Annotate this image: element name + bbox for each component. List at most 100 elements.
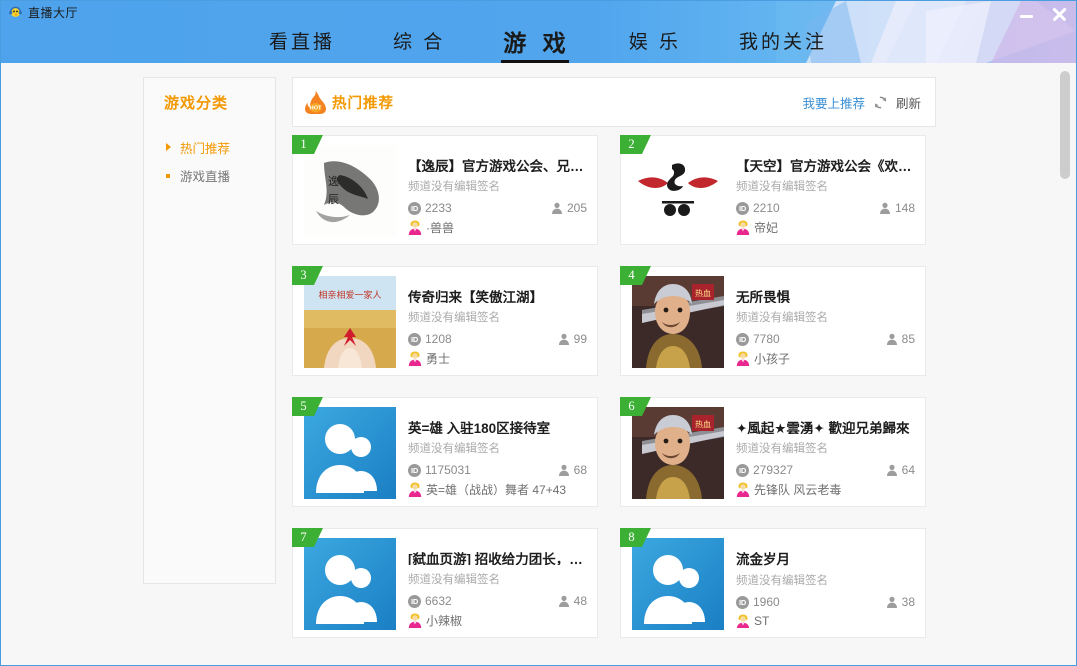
channel-id-value: 1960 [753, 595, 780, 610]
user-avatar-icon [408, 351, 422, 366]
channel-card[interactable]: 7 [弑血页游] 招收给力团长，军… 频道没有编辑签名 ID 6632 48 小辣椒 [292, 528, 598, 638]
channel-stats: ID 2233 205 [408, 201, 587, 215]
viewer-count-value: 38 [901, 595, 915, 610]
channel-title[interactable]: 流金岁月 [736, 548, 915, 566]
channel-title[interactable]: 无所畏惧 [736, 286, 915, 303]
channel-title[interactable]: 【天空】官方游戏公会《欢迎… [736, 155, 915, 172]
sidebar: 游戏分类 热门推荐 游戏直播 [143, 77, 276, 584]
nav-item-1[interactable]: 综 合 [393, 27, 445, 58]
channel-user: 先锋队 风云老毒 [736, 482, 915, 497]
channel-title[interactable]: 【逸辰】官方游戏公会、兄弟… [408, 155, 587, 172]
svg-text:相亲相爱一家人: 相亲相爱一家人 [318, 289, 381, 300]
channel-info: 【逸辰】官方游戏公会、兄弟… 频道没有编辑签名 ID 2233 205 ·兽兽 [408, 145, 587, 235]
user-avatar-icon [736, 482, 750, 497]
channel-card[interactable]: 4 热血 无所畏惧 频道没有编辑签名 ID 7780 85 小孩子 [620, 266, 926, 376]
viewer-count: 148 [879, 201, 915, 215]
scrollbar-thumb[interactable] [1060, 71, 1070, 179]
viewer-count: 48 [558, 594, 587, 608]
viewer-count-value: 68 [573, 463, 587, 478]
user-avatar-icon [408, 613, 422, 628]
channel-title[interactable]: 英=雄 入驻180区接待室 [408, 417, 587, 434]
channel-signature: 频道没有编辑签名 [736, 443, 828, 455]
rank-badge: 8 [620, 528, 651, 547]
channel-thumbnail[interactable]: 相亲相爱一家人 [304, 276, 396, 368]
channel-signature: 频道没有编辑签名 [408, 181, 500, 193]
sidebar-item-1[interactable]: 游戏直播 [144, 161, 275, 189]
channel-grid: 1 逸辰【逸辰】官方游戏公会、兄弟… 频道没有编辑签名 ID 2233 205 ·兽兽 2 【天… [292, 127, 936, 638]
channel-user-name: 勇士 [426, 352, 451, 366]
recommend-link[interactable]: 我要上推荐 [802, 93, 865, 112]
panel-header-actions: 我要上推荐 刷新 [802, 93, 921, 112]
channel-user: ·兽兽 [408, 220, 587, 235]
channel-thumbnail[interactable] [304, 407, 396, 499]
svg-text:热血: 热血 [695, 288, 711, 298]
channel-info: 英=雄 入驻180区接待室 频道没有编辑签名 ID 1175031 68 英=雄（战战）舞… [408, 407, 587, 497]
channel-info: ✦風起★雲湧✦ 歡迎兄弟歸來频道没有编辑签名 ID 279327 64 先锋队 风云老毒 [736, 407, 915, 497]
square-bullet-icon [166, 171, 174, 179]
sidebar-list: 热门推荐游戏直播 [144, 133, 275, 189]
channel-thumbnail[interactable]: 热血 [632, 276, 724, 368]
vertical-scrollbar[interactable] [1060, 69, 1070, 661]
channel-user-name: 帝妃 [754, 221, 779, 235]
viewer-count-value: 205 [566, 201, 587, 216]
chick-headphone-icon [9, 6, 22, 17]
channel-info: 传奇归来【笑傲江湖】 频道没有编辑签名 ID 1208 99 勇士 [408, 276, 587, 366]
channel-card[interactable]: 3 相亲相爱一家人 传奇归来【笑傲江湖】 频道没有编辑签名 ID 1208 99 勇士 [292, 266, 598, 376]
channel-thumbnail[interactable] [632, 538, 724, 630]
channel-stats: ID 2210 148 [736, 201, 915, 215]
viewer-count: 99 [558, 332, 587, 346]
channel-user: ST [736, 614, 915, 629]
channel-stats: ID 6632 48 [408, 594, 587, 608]
channel-user-name: 先锋队 风云老毒 [754, 483, 842, 497]
channel-id-value: 2233 [425, 201, 452, 216]
nav-item-3[interactable]: 娱 乐 [629, 27, 681, 58]
viewer-count: 68 [558, 463, 587, 477]
rank-badge: 3 [292, 266, 323, 285]
refresh-label[interactable]: 刷新 [896, 93, 921, 112]
channel-id: ID 279327 [736, 463, 793, 477]
user-avatar-icon [408, 220, 422, 235]
sidebar-item-label: 游戏直播 [180, 169, 231, 184]
channel-stats: ID 279327 64 [736, 463, 915, 477]
rank-badge: 7 [292, 528, 323, 547]
channel-thumbnail[interactable] [632, 145, 724, 237]
channel-card[interactable]: 2 【天空】官方游戏公会《欢迎… 频道没有编辑签名 ID 2210 148 帝妃 [620, 135, 926, 245]
channel-user: 英=雄（战战）舞者 47+43 [408, 482, 587, 497]
channel-user-name: ST [754, 614, 770, 629]
channel-title[interactable]: [弑血页游] 招收给力团长，军… [408, 548, 587, 565]
channel-id: ID 1960 [736, 595, 780, 609]
close-button[interactable] [1050, 5, 1068, 23]
rank-badge: 6 [620, 397, 651, 416]
viewer-count: 205 [551, 201, 587, 215]
nav-item-4[interactable]: 我的关注 [739, 27, 827, 58]
minimize-button[interactable] [1018, 5, 1036, 23]
person-icon [558, 465, 569, 477]
channel-thumbnail[interactable]: 热血 [632, 407, 724, 499]
triangle-bullet-icon [166, 143, 174, 151]
channel-card[interactable]: 8 流金岁月 频道没有编辑签名 ID 1960 38 ST [620, 528, 926, 638]
channel-card[interactable]: 6 热血 ✦風起★雲湧✦ 歡迎兄弟歸來频道没有编辑签名 ID 279327 64 先锋队 风… [620, 397, 926, 507]
refresh-icon[interactable] [873, 95, 888, 110]
nav-item-2[interactable]: 游 戏 [501, 24, 570, 63]
channel-thumbnail[interactable] [304, 538, 396, 630]
channel-id: ID 6632 [408, 594, 452, 608]
svg-text:辰: 辰 [328, 194, 339, 206]
channel-user-name: ·兽兽 [426, 221, 454, 235]
viewer-count-value: 148 [894, 201, 915, 216]
person-icon [558, 334, 569, 346]
channel-title[interactable]: ✦風起★雲湧✦ 歡迎兄弟歸來 [736, 417, 915, 434]
channel-info: 流金岁月 频道没有编辑签名 ID 1960 38 ST [736, 538, 915, 629]
channel-title[interactable]: 传奇归来【笑傲江湖】 [408, 286, 587, 303]
channel-card[interactable]: 5 英=雄 入驻180区接待室 频道没有编辑签名 ID 1175031 68 英=雄（战战）… [292, 397, 598, 507]
channel-id: ID 2210 [736, 201, 780, 215]
channel-thumbnail[interactable]: 逸辰 [304, 145, 396, 237]
main-nav: 看直播 综 合 游 戏 娱 乐 我的关注 [1, 21, 1076, 63]
channel-signature: 频道没有编辑签名 [408, 312, 500, 324]
nav-item-0[interactable]: 看直播 [269, 27, 335, 58]
svg-text:逸: 逸 [328, 175, 339, 188]
channel-id-value: 7780 [753, 332, 780, 347]
channel-card[interactable]: 1 逸辰【逸辰】官方游戏公会、兄弟… 频道没有编辑签名 ID 2233 205 ·兽兽 [292, 135, 598, 245]
sidebar-item-0[interactable]: 热门推荐 [144, 133, 275, 161]
app-window: 直播大厅 看直播 综 合 游 戏 娱 乐 我的关注 游戏分类 热门推荐 游戏直播 HOT … [0, 0, 1077, 666]
channel-user: 勇士 [408, 351, 587, 366]
